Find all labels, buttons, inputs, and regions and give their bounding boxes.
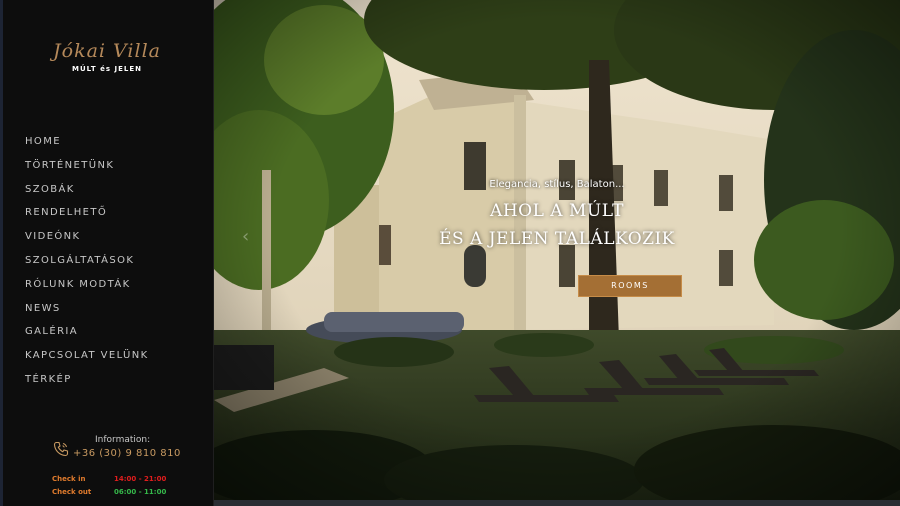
nav-item-news[interactable]: NEWS: [25, 301, 149, 325]
check-in-row: Check in 14:00 - 21:00: [52, 475, 166, 483]
hero-tagline: Elegancia, stílus, Balaton...: [489, 179, 625, 190]
nav-item-szolgaltatasok[interactable]: SZOLGÁLTATÁSOK: [25, 253, 149, 277]
hero-image: [214, 0, 900, 506]
check-in-time: 14:00 - 21:00: [114, 475, 167, 483]
nav-item-videonk[interactable]: VIDEÓNK: [25, 229, 149, 253]
logo-script: Jókai Villa: [53, 40, 161, 62]
nav-item-terkep[interactable]: TÉRKÉP: [25, 372, 149, 396]
check-out-row: Check out 06:00 - 11:00: [52, 488, 166, 496]
logo-subtitle: MÚLT és JELEN: [71, 65, 142, 73]
check-out-label: Check out: [52, 488, 92, 496]
rooms-button[interactable]: ROOMS: [578, 275, 682, 297]
check-in-label: Check in: [52, 475, 86, 483]
phone-number[interactable]: +36 (30) 9 810 810: [73, 448, 181, 459]
phone-icon: [53, 441, 69, 457]
nav-item-szobak[interactable]: SZOBÁK: [25, 182, 149, 206]
hero-slider: ‹ Elegancia, stílus, Balaton... AHOL A M…: [214, 0, 900, 506]
main-nav: HOME TÖRTÉNETÜNK SZOBÁK RENDELHETŐ VIDEÓ…: [25, 134, 149, 396]
check-out-time: 06:00 - 11:00: [114, 488, 167, 496]
nav-item-tortenetunk[interactable]: TÖRTÉNETÜNK: [25, 158, 149, 182]
nav-item-galeria[interactable]: GALÉRIA: [25, 324, 149, 348]
nav-item-home[interactable]: HOME: [25, 134, 149, 158]
hero-title-line1: AHOL A MÚLT: [490, 201, 624, 221]
hero-title-line2: ÉS A JELEN TALÁLKOZIK: [439, 229, 675, 249]
logo[interactable]: Jókai Villa MÚLT és JELEN: [0, 40, 214, 73]
info-label: Information:: [95, 435, 151, 445]
nav-item-kapcsolat[interactable]: KAPCSOLAT VELÜNK: [25, 348, 149, 372]
bottom-bar: [214, 500, 900, 506]
nav-item-rendelheto[interactable]: RENDELHETŐ: [25, 205, 149, 229]
sidebar: Jókai Villa MÚLT és JELEN HOME TÖRTÉNETÜ…: [0, 0, 214, 506]
nav-item-rolunk-modtak[interactable]: RÓLUNK MODTÁK: [25, 277, 149, 301]
sidebar-edge: [0, 0, 3, 506]
